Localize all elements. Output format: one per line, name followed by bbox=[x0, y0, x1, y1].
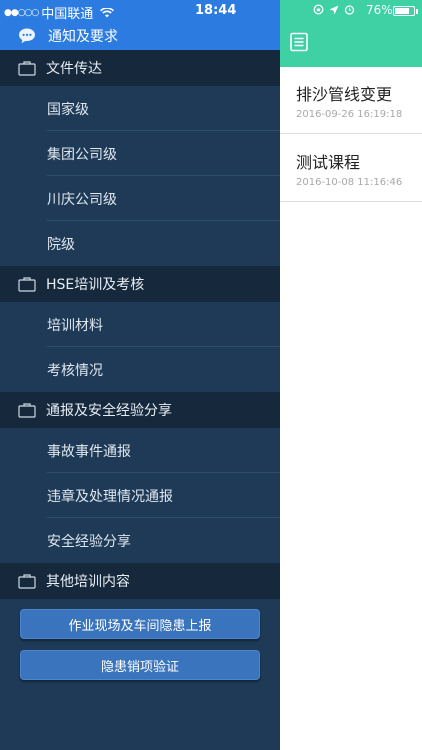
report-hazard-button[interactable]: 作业现场及车间隐患上报 bbox=[20, 609, 260, 639]
side-drawer: ●●○○○ 中国联通 18:44 通知及要求 文件传达 国家级 集团公司级 川庆… bbox=[0, 0, 280, 750]
wifi-icon bbox=[100, 7, 115, 17]
carrier-name: 中国联通 bbox=[41, 7, 94, 22]
section-label: HSE培训及考核 bbox=[46, 277, 145, 293]
menu-item-assessment-status[interactable]: 考核情况 bbox=[0, 347, 280, 392]
status-icons bbox=[313, 4, 355, 15]
carrier-info: ●●○○○ 中国联通 bbox=[4, 3, 115, 22]
battery-fill bbox=[395, 8, 409, 14]
menu-item-training-materials[interactable]: 培训材料 bbox=[0, 302, 280, 347]
section-header-safety-sharing[interactable]: 通报及安全经验分享 bbox=[0, 392, 280, 428]
menu-item-label: 安全经验分享 bbox=[47, 533, 131, 550]
briefcase-icon bbox=[18, 277, 36, 292]
menu-item-label: 川庆公司级 bbox=[47, 191, 117, 208]
list-item[interactable]: 排沙管线变更 2016-09-26 16:19:18 bbox=[280, 67, 422, 134]
menu-item-label: 院级 bbox=[47, 236, 75, 253]
menu-item-label: 违章及处理情况通报 bbox=[47, 488, 173, 505]
orientation-lock-icon bbox=[313, 4, 324, 15]
signal-strength-icon: ●●○○○ bbox=[4, 7, 39, 18]
menu-item-institute-level[interactable]: 院级 bbox=[0, 221, 280, 266]
alarm-clock-icon bbox=[344, 5, 355, 15]
menu-item-chuanqing-level[interactable]: 川庆公司级 bbox=[0, 176, 280, 221]
list-item[interactable]: 测试课程 2016-10-08 11:16:46 bbox=[280, 135, 422, 202]
list-item-date: 2016-09-26 16:19:18 bbox=[296, 109, 403, 120]
section-label: 文件传达 bbox=[46, 61, 102, 77]
list-item-title: 测试课程 bbox=[296, 153, 361, 172]
section-label: 其他培训内容 bbox=[46, 574, 130, 590]
menu-item-label: 集团公司级 bbox=[47, 146, 117, 163]
status-bar-right: 76% bbox=[280, 0, 422, 22]
list-item-date: 2016-10-08 11:16:46 bbox=[296, 177, 403, 188]
menu-item-accident-report[interactable]: 事故事件通报 bbox=[0, 428, 280, 473]
document-list-icon[interactable] bbox=[289, 32, 309, 52]
battery-icon bbox=[393, 6, 418, 16]
menu-item-national-level[interactable]: 国家级 bbox=[0, 86, 280, 131]
location-arrow-icon bbox=[329, 5, 339, 14]
section-label: 通报及安全经验分享 bbox=[46, 403, 172, 419]
menu-item-label: 培训材料 bbox=[47, 317, 103, 334]
section-header-file-transmission[interactable]: 文件传达 bbox=[0, 50, 280, 86]
menu-item-safety-experience[interactable]: 安全经验分享 bbox=[0, 518, 280, 563]
menu-item-label: 考核情况 bbox=[47, 362, 103, 379]
status-time: 18:44 bbox=[195, 3, 237, 18]
status-bar-left: ●●○○○ 中国联通 18:44 bbox=[0, 0, 280, 22]
drawer-header[interactable]: 通知及要求 bbox=[0, 22, 280, 50]
briefcase-icon bbox=[18, 403, 36, 418]
menu-item-violation-report[interactable]: 违章及处理情况通报 bbox=[0, 473, 280, 518]
battery-nub bbox=[416, 9, 418, 14]
menu-item-label: 国家级 bbox=[47, 101, 89, 118]
content-header: 76% bbox=[280, 0, 422, 67]
menu-item-label: 事故事件通报 bbox=[47, 443, 131, 460]
menu-item-group-level[interactable]: 集团公司级 bbox=[0, 131, 280, 176]
chat-bubble-icon bbox=[19, 28, 35, 44]
list-item-title: 排沙管线变更 bbox=[296, 85, 393, 104]
section-header-hse-training[interactable]: HSE培训及考核 bbox=[0, 266, 280, 302]
hazard-verification-button[interactable]: 隐患销项验证 bbox=[20, 650, 260, 680]
briefcase-icon bbox=[18, 574, 36, 589]
content-panel: 76% 排沙管线变更 2016-09-26 16:19:18 测试课程 2016… bbox=[280, 0, 422, 750]
briefcase-icon bbox=[18, 61, 36, 76]
section-header-other-training[interactable]: 其他培训内容 bbox=[0, 563, 280, 599]
battery-percentage: 76% bbox=[366, 3, 393, 17]
drawer-header-title: 通知及要求 bbox=[48, 29, 118, 45]
